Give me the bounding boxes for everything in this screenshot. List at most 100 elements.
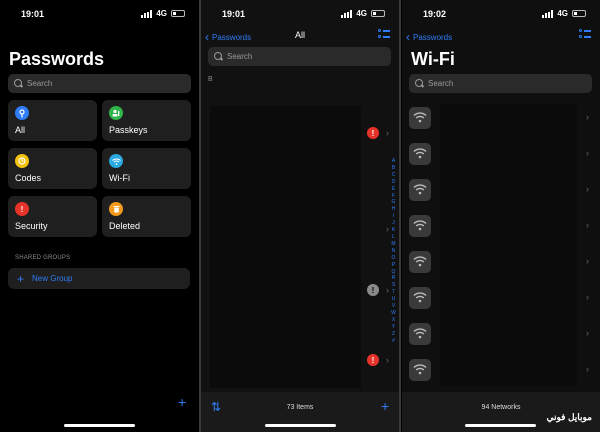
- signal-icon: [341, 9, 353, 18]
- tile-label: Security: [15, 221, 48, 231]
- index-letter[interactable]: Z: [389, 331, 398, 338]
- index-letter[interactable]: X: [389, 317, 398, 324]
- back-button[interactable]: ‹ Passwords: [406, 30, 452, 44]
- chevron-right-icon: ›: [586, 292, 589, 302]
- index-letter[interactable]: S: [389, 282, 398, 289]
- tile-label: All: [15, 125, 26, 135]
- nav-title: All: [294, 30, 305, 40]
- network-count: 94 Networks: [481, 404, 521, 411]
- plus-icon: +: [17, 271, 25, 286]
- person-badge-icon: [109, 106, 123, 120]
- search-icon: [14, 79, 23, 88]
- index-letter[interactable]: L: [389, 234, 398, 241]
- search-placeholder: Search: [428, 79, 454, 88]
- index-letter[interactable]: H: [389, 206, 398, 213]
- index-letter[interactable]: G: [389, 199, 398, 206]
- search-field[interactable]: Search: [208, 47, 391, 66]
- page-title: Wi-Fi: [411, 49, 455, 69]
- index-letter[interactable]: B: [389, 165, 398, 172]
- index-letter[interactable]: M: [389, 241, 398, 248]
- chevron-right-icon: ›: [586, 112, 589, 122]
- index-letter[interactable]: I: [389, 213, 398, 220]
- battery-icon: [171, 10, 185, 17]
- blurred-password-list: [210, 106, 361, 388]
- index-letter[interactable]: R: [389, 275, 398, 282]
- wifi-icon: [409, 107, 431, 129]
- category-tile-passkeys[interactable]: Passkeys: [102, 100, 191, 141]
- key-icon: [15, 106, 29, 120]
- section-index[interactable]: A B C D E F G H I J K L M N O P Q R S T U V W X Y Z #: [389, 158, 398, 344]
- index-letter[interactable]: U: [389, 296, 398, 303]
- index-letter[interactable]: W: [389, 310, 398, 317]
- wifi-icon: [409, 215, 431, 237]
- chevron-right-icon: ›: [586, 220, 589, 230]
- new-group-label: New Group: [32, 274, 73, 283]
- index-letter[interactable]: V: [389, 303, 398, 310]
- section-header: B: [208, 76, 213, 83]
- status-bar: 19:01 4G: [201, 8, 399, 22]
- filter-menu-icon[interactable]: [579, 28, 591, 39]
- index-letter[interactable]: C: [389, 172, 398, 179]
- search-placeholder: Search: [227, 52, 253, 61]
- tile-label: Passkeys: [109, 125, 148, 135]
- chevron-right-icon: ›: [586, 148, 589, 158]
- chevron-right-icon: ›: [586, 328, 589, 338]
- wifi-icon: [409, 143, 431, 165]
- chevron-right-icon: ›: [586, 184, 589, 194]
- wifi-icon: [409, 323, 431, 345]
- chevron-right-icon: ›: [586, 256, 589, 266]
- index-letter[interactable]: #: [389, 338, 398, 345]
- index-letter[interactable]: N: [389, 248, 398, 255]
- index-letter[interactable]: A: [389, 158, 398, 165]
- index-letter[interactable]: T: [389, 289, 398, 296]
- wifi-icon: [409, 359, 431, 381]
- index-letter[interactable]: P: [389, 262, 398, 269]
- index-letter[interactable]: E: [389, 186, 398, 193]
- index-letter[interactable]: Y: [389, 324, 398, 331]
- new-group-button[interactable]: + New Group: [8, 268, 190, 289]
- status-bar: 19:01 4G: [0, 8, 199, 22]
- index-letter[interactable]: Q: [389, 269, 398, 276]
- signal-icon: [141, 9, 153, 18]
- category-tile-security[interactable]: ! Security: [8, 196, 97, 237]
- index-letter[interactable]: O: [389, 255, 398, 262]
- page-title: Passwords: [9, 49, 105, 69]
- home-indicator: [465, 424, 536, 427]
- shared-groups-header: SHARED GROUPS: [15, 255, 71, 261]
- search-placeholder: Search: [27, 79, 53, 88]
- chevron-left-icon: ‹: [406, 30, 410, 44]
- status-time: 19:01: [222, 9, 246, 19]
- tile-label: Codes: [15, 173, 42, 183]
- status-time: 19:02: [423, 9, 447, 19]
- status-bar: 19:02 4G: [402, 8, 600, 22]
- watermark-text: موبايل فوني: [546, 412, 593, 422]
- battery-icon: [572, 10, 586, 17]
- add-password-button[interactable]: +: [381, 398, 389, 414]
- add-password-button[interactable]: +: [178, 394, 186, 410]
- network-type: 4G: [356, 9, 367, 18]
- index-letter[interactable]: D: [389, 179, 398, 186]
- index-letter[interactable]: J: [389, 220, 398, 227]
- home-indicator: [64, 424, 135, 427]
- index-letter[interactable]: F: [389, 193, 398, 200]
- exclamation-icon: !: [367, 127, 379, 139]
- search-field[interactable]: Search: [8, 74, 191, 93]
- clock-icon: [15, 154, 29, 168]
- wifi-icon: [409, 251, 431, 273]
- wifi-screen: 19:02 4G ‹ Passwords Wi-Fi Search › › › › › ›…: [402, 0, 600, 432]
- all-passwords-screen: 19:01 4G ‹ Passwords All Search B ! ! ! …: [201, 0, 399, 432]
- tile-label: Deleted: [109, 221, 141, 231]
- network-type: 4G: [557, 9, 568, 18]
- signal-icon: [542, 9, 554, 18]
- blurred-network-list: [440, 104, 577, 386]
- chevron-right-icon: ›: [386, 355, 389, 365]
- category-tile-wifi[interactable]: Wi-Fi: [102, 148, 191, 189]
- category-tile-codes[interactable]: Codes: [8, 148, 97, 189]
- chevron-right-icon: ›: [386, 128, 389, 138]
- index-letter[interactable]: K: [389, 227, 398, 234]
- search-field[interactable]: Search: [409, 74, 592, 93]
- category-tile-deleted[interactable]: Deleted: [102, 196, 191, 237]
- category-tile-all[interactable]: All: [8, 100, 97, 141]
- status-time: 19:01: [21, 9, 45, 19]
- filter-menu-icon[interactable]: [378, 28, 390, 39]
